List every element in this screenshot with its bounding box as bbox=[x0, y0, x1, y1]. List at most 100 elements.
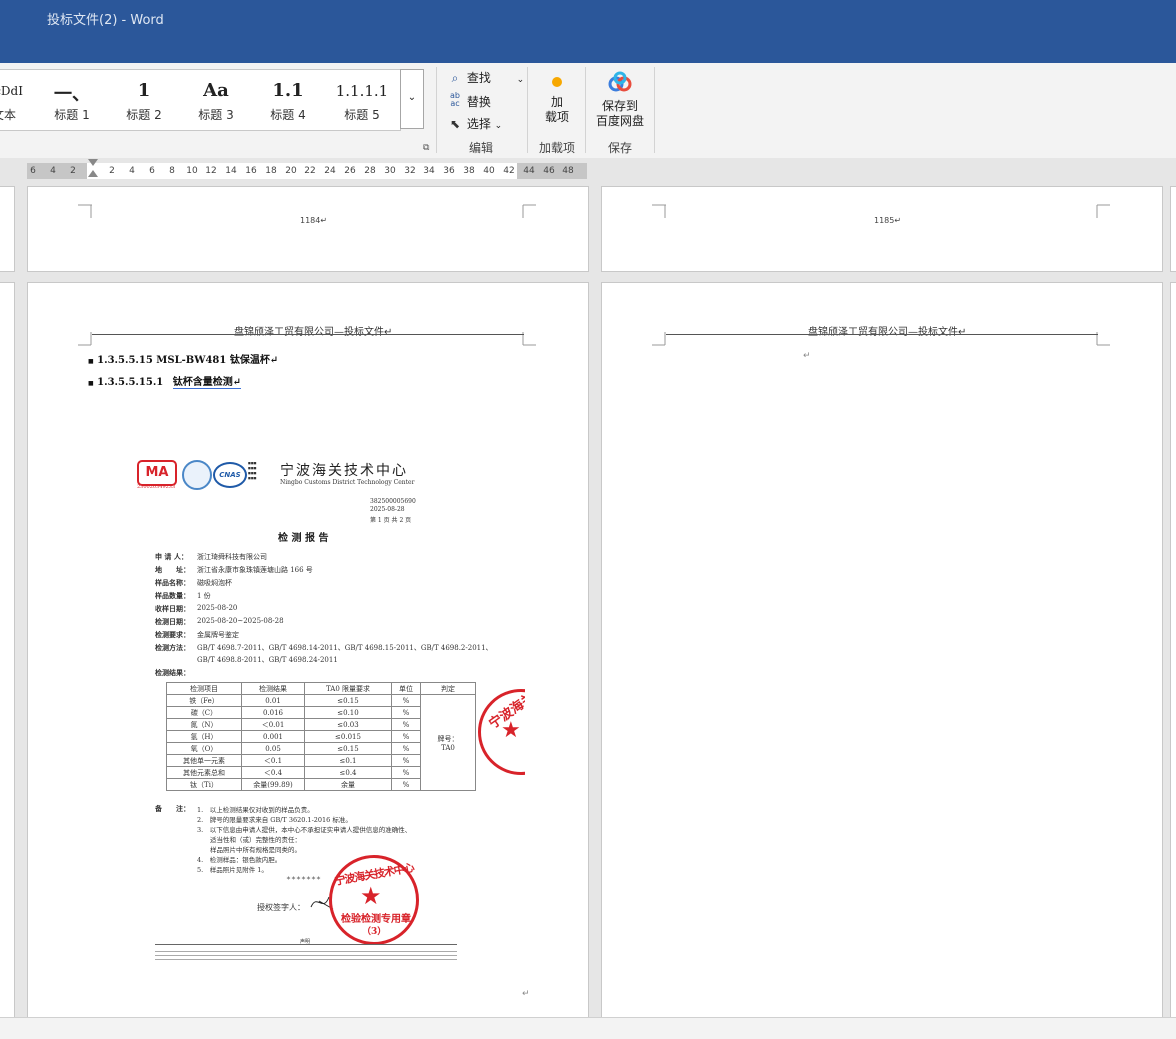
page-1184: 1184↵ bbox=[27, 186, 589, 272]
field-value: 1 份 bbox=[197, 592, 211, 600]
window-title: 投标文件(2) - Word bbox=[47, 13, 164, 28]
notes-label: 备 注： bbox=[155, 804, 190, 813]
ma-logo: MA bbox=[137, 460, 177, 486]
style-heading-2[interactable]: 1 标题 2 bbox=[108, 70, 180, 128]
addins-button[interactable]: 加载项 bbox=[537, 69, 577, 125]
table-header-cell: 检测项目 bbox=[166, 682, 242, 695]
first-line-indent-marker[interactable] bbox=[88, 159, 98, 166]
table-cell: % bbox=[391, 706, 421, 719]
style-sample: 一、 bbox=[54, 84, 90, 105]
table-cell: 0.001 bbox=[241, 730, 305, 743]
table-cell: 碳（C） bbox=[166, 706, 242, 719]
style-heading-5[interactable]: 1.1.1.1 标题 5 bbox=[324, 70, 400, 128]
field-value: GB/T 4698.7-2011、GB/T 4698.14-2011、GB/T … bbox=[197, 644, 493, 652]
save-baidu-button[interactable]: 保存到 百度网盘 bbox=[592, 69, 648, 129]
method-continued: GB/T 4698.8-2011、GB/T 4698.24-2011 bbox=[197, 656, 338, 664]
ruler-tick: 28 bbox=[364, 166, 376, 176]
margin-corner bbox=[1096, 332, 1110, 346]
report-date: 2025-08-28 bbox=[370, 506, 405, 513]
table-header-cell: 检测结果 bbox=[241, 682, 305, 695]
style-heading-4[interactable]: 1.1 标题 5 标题 4 bbox=[252, 70, 324, 128]
note-line: 3. 以下信息由申请人提供，本中心不承担证实申请人提供信息的准确性、 bbox=[197, 826, 412, 834]
ruler-tick: 8 bbox=[169, 166, 175, 176]
ruler-tick: 48 bbox=[562, 166, 574, 176]
seal-bottom-text: 检验检测专用章 bbox=[341, 914, 411, 925]
ruler-tick: 6 bbox=[149, 166, 155, 176]
field-value: 2025-08-20~2025-08-28 bbox=[197, 617, 284, 625]
styles-dialog-launcher-icon[interactable]: ⧉ bbox=[423, 143, 429, 153]
styles-gallery: CcDdI 文本 一、 标题 1 1 标题 2 Aa 标题 3 1.1 标题 5… bbox=[0, 69, 401, 131]
margin-corner bbox=[522, 332, 536, 346]
test-report-image[interactable]: MA 230020349233 CNAS ■■■ ■■■ ■■■ ■■■ 宁波海关技术… bbox=[135, 457, 525, 972]
chevron-down-icon: ⌄ bbox=[516, 75, 525, 85]
note-line: 适当性和（或）完整性的责任： bbox=[197, 836, 301, 844]
style-heading-1[interactable]: 一、 标题 1 bbox=[36, 70, 108, 128]
ilac-logo-icon bbox=[182, 460, 212, 490]
seal-number: （3） bbox=[362, 927, 387, 937]
editing-group-label: 编辑 bbox=[468, 141, 493, 155]
bullet: ■ bbox=[88, 358, 94, 365]
style-sample: 1 bbox=[137, 80, 151, 101]
style-text[interactable]: CcDdI 文本 bbox=[0, 70, 36, 128]
ruler-tick: 32 bbox=[404, 166, 416, 176]
group-separator bbox=[527, 67, 528, 153]
field-label: 地 址： bbox=[155, 565, 190, 574]
inspection-stamp-partial: 宁波海关 ★ bbox=[478, 689, 525, 775]
table-cell: 铁（Fe） bbox=[166, 694, 242, 707]
left-indent-marker[interactable] bbox=[88, 170, 98, 177]
table-cell: % bbox=[391, 778, 421, 791]
style-heading-3[interactable]: Aa 标题 3 bbox=[180, 70, 252, 128]
ruler-tick: 18 bbox=[265, 166, 277, 176]
field-label: 申 请 人： bbox=[155, 552, 188, 561]
ruler-tick: 4 bbox=[129, 166, 135, 176]
table-cell: 余量 bbox=[304, 778, 392, 791]
table-cell: % bbox=[391, 718, 421, 731]
save-group-label: 保存 bbox=[607, 141, 632, 155]
table-cell: ≤0.015 bbox=[304, 730, 392, 743]
chevron-down-icon: ⌄ bbox=[494, 121, 503, 131]
star-icon: ★ bbox=[360, 882, 382, 910]
heading-1[interactable]: ■ 1.3.5.5.15 MSL-BW481 钛保温杯↵ bbox=[88, 351, 278, 366]
report-page-info: 第 1 页 共 2 页 bbox=[370, 517, 412, 524]
style-label: 标题 5 bbox=[344, 108, 380, 122]
replace-button[interactable]: ab ac 替换 bbox=[447, 92, 491, 112]
find-button[interactable]: ⌕ 查找 ⌄ bbox=[447, 69, 525, 89]
heading-2-number: 1.3.5.5.15.1 bbox=[97, 377, 164, 388]
style-label: 文本 bbox=[0, 108, 16, 122]
table-cell: 钛（Ti） bbox=[166, 778, 242, 791]
page-header-text: 盘锦颀泽工贸有限公司—投标文件↵ bbox=[808, 327, 967, 338]
margin-corner bbox=[1096, 204, 1110, 218]
style-label: 标题 2 bbox=[126, 108, 162, 122]
select-button[interactable]: ⬉ 选择 ⌄ bbox=[447, 115, 502, 135]
table-row: 铁（Fe） 0.01 ≤0.15% 牌号： TA0 bbox=[166, 694, 476, 791]
margin-corner bbox=[522, 204, 536, 218]
table-header-cell: 单位 bbox=[391, 682, 421, 695]
page-number: 1185↵ bbox=[874, 216, 902, 225]
field-label: 检测要求： bbox=[155, 630, 190, 639]
footer-title: 声明 bbox=[300, 939, 311, 945]
style-sample: 1.1.1.1 bbox=[335, 82, 389, 100]
table-cell: % bbox=[391, 754, 421, 767]
search-icon: ⌕ bbox=[451, 71, 459, 85]
note-line: 4. 检测样品：银色款内胆。 bbox=[197, 856, 282, 864]
star-icon: ★ bbox=[501, 718, 521, 743]
ruler-tick: 4 bbox=[50, 166, 56, 176]
field-value: 浙江省永康市象珠镇莲塘山路 166 号 bbox=[197, 566, 313, 574]
official-seal: 宁波海关技术中心 ★ 检验检测专用章 （3） bbox=[329, 855, 419, 945]
ruler-tick: 2 bbox=[70, 166, 76, 176]
header-rule bbox=[92, 334, 524, 335]
table-cell: ≤0.15 bbox=[304, 742, 392, 755]
styles-more-button[interactable]: ⌄ bbox=[400, 69, 424, 129]
field-label: 检测日期： bbox=[155, 617, 190, 626]
table-cell: ＜0.1 bbox=[241, 754, 305, 767]
field-value: 浙江琦舜科技有限公司 bbox=[197, 553, 267, 561]
page-sliver bbox=[1170, 186, 1176, 272]
field-value: 磁吸焖泡杯 bbox=[197, 579, 232, 587]
horizontal-ruler[interactable]: 6 4 2 2 4 6 8 10 12 14 16 18 20 22 24 26 28 30 32 34 36 38 40 4… bbox=[0, 158, 1176, 186]
heading-2[interactable]: ■ 1.3.5.5.15.1 钛杯含量检测↵ bbox=[88, 373, 242, 389]
cursor-icon: ⬉ bbox=[449, 117, 461, 131]
page-main-right[interactable]: 盘锦颀泽工贸有限公司—投标文件↵ ↵ bbox=[601, 282, 1163, 1024]
style-sample: 1.1 bbox=[272, 80, 304, 101]
signer-label: 授权签字人： bbox=[257, 903, 305, 912]
note-line: 2. 牌号的限量要求来自 GB/T 3620.1-2016 标准。 bbox=[197, 816, 352, 824]
